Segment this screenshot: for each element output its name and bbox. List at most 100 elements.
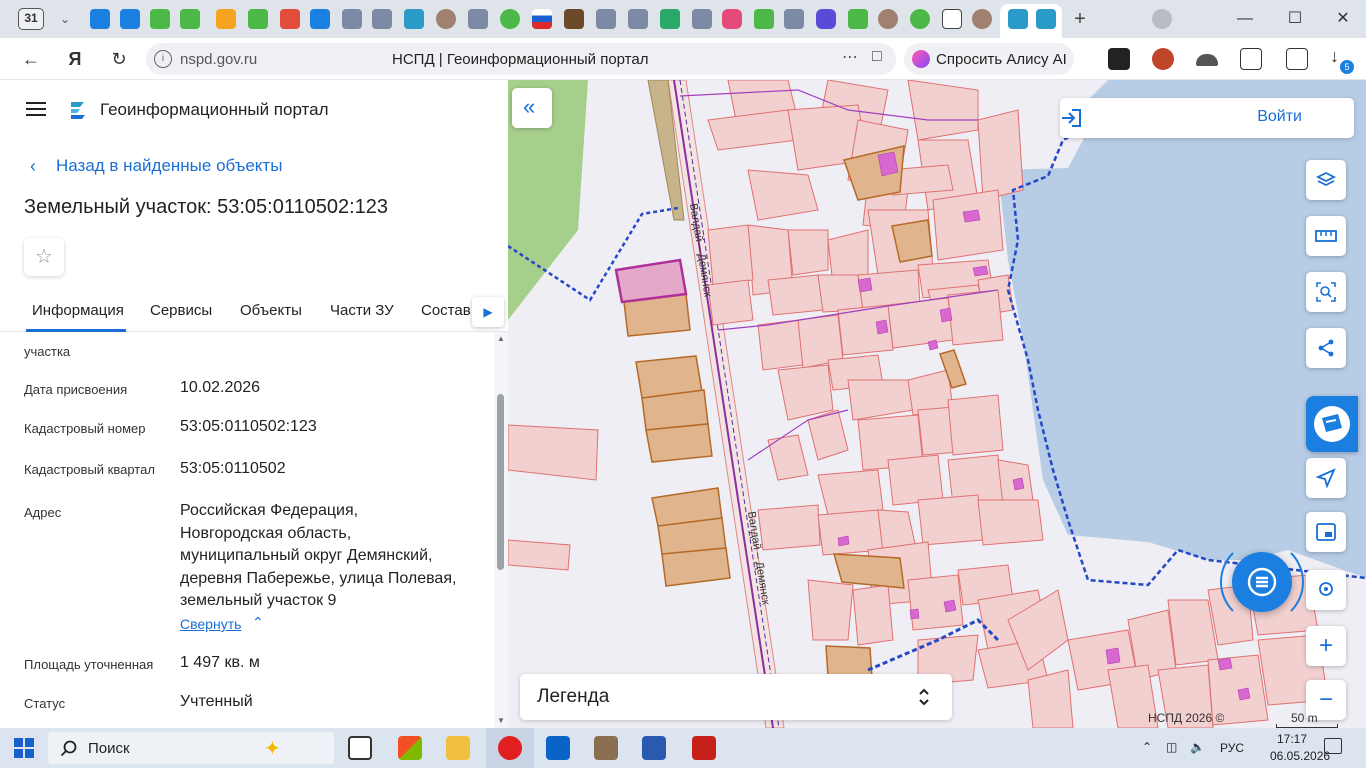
tab-sheet-icon[interactable] bbox=[180, 9, 200, 29]
reload-icon[interactable]: ↻ bbox=[106, 47, 132, 71]
land-parcel[interactable] bbox=[887, 454, 944, 506]
land-parcel[interactable] bbox=[1167, 599, 1219, 666]
land-parcel[interactable] bbox=[767, 274, 824, 316]
house-footprint[interactable] bbox=[962, 209, 981, 223]
tab-sheet-icon[interactable] bbox=[754, 9, 774, 29]
cadastral-map[interactable]: Валдай – Демянск Валдай – Демянск « Войт… bbox=[508, 80, 1366, 728]
back-arrow-icon[interactable]: ← bbox=[18, 47, 44, 71]
tabs-dropdown-chevron-icon[interactable]: ⌄ bbox=[54, 8, 76, 30]
tab-count-button[interactable]: 31 bbox=[18, 8, 44, 30]
tab-emblem-icon[interactable] bbox=[342, 9, 362, 29]
tab-gosuslugi-icon[interactable] bbox=[910, 9, 930, 29]
capital-building[interactable] bbox=[661, 547, 731, 587]
house-footprint[interactable] bbox=[939, 307, 953, 323]
app-avatar-icon[interactable] bbox=[594, 736, 618, 760]
tab-emblem-icon[interactable] bbox=[628, 9, 648, 29]
land-parcel[interactable] bbox=[757, 319, 804, 371]
downloads-icon[interactable]: ↓ bbox=[1330, 46, 1339, 67]
new-tab-plus-icon[interactable]: + bbox=[1068, 8, 1092, 30]
zoom-in-button[interactable]: + bbox=[1306, 626, 1346, 666]
url-text[interactable]: nspd.gov.ru bbox=[180, 51, 257, 68]
ruler-button[interactable] bbox=[1306, 216, 1346, 256]
scroll-down-icon[interactable]: ▼ bbox=[497, 716, 505, 725]
land-parcel[interactable] bbox=[917, 494, 984, 546]
tab-document-icon[interactable] bbox=[942, 9, 962, 29]
tab-emblem-icon[interactable] bbox=[692, 9, 712, 29]
windows-start-icon[interactable] bbox=[14, 738, 34, 758]
tab-sheet-icon[interactable] bbox=[248, 9, 268, 29]
gosuslugi-widget-button[interactable] bbox=[1306, 396, 1358, 452]
house-footprint[interactable] bbox=[909, 608, 920, 620]
properties-scrollbar[interactable]: ▲ ▼ bbox=[494, 332, 508, 728]
house-footprint[interactable] bbox=[875, 319, 889, 335]
volume-icon[interactable]: 🔈 bbox=[1190, 740, 1205, 754]
tab-emblem-icon[interactable] bbox=[372, 9, 392, 29]
tab-mail-icon[interactable] bbox=[90, 9, 110, 29]
extension-icon[interactable] bbox=[1196, 54, 1218, 66]
land-parcel[interactable] bbox=[707, 109, 799, 151]
tab-flag-icon[interactable] bbox=[532, 9, 552, 29]
geolocation-button[interactable] bbox=[1306, 458, 1346, 498]
yandex-logo-icon[interactable]: Я bbox=[62, 47, 88, 71]
extension-icon[interactable] bbox=[1108, 48, 1130, 70]
land-parcel[interactable] bbox=[887, 297, 954, 349]
extensions-puzzle-icon[interactable] bbox=[1240, 48, 1262, 70]
tab-emblem-icon[interactable] bbox=[784, 9, 804, 29]
land-parcel[interactable] bbox=[787, 229, 829, 276]
bookmark-icon[interactable]: □ bbox=[872, 48, 888, 68]
land-parcel[interactable] bbox=[508, 539, 571, 571]
tab-shield-icon[interactable] bbox=[660, 9, 680, 29]
house-footprint[interactable] bbox=[1012, 477, 1025, 491]
more-dots-icon[interactable]: ⋯ bbox=[842, 47, 859, 67]
collapse-panel-button[interactable]: « bbox=[512, 88, 552, 128]
land-parcel[interactable] bbox=[907, 80, 979, 141]
protect-icon[interactable] bbox=[1286, 48, 1308, 70]
land-parcel[interactable] bbox=[707, 279, 754, 326]
tab-services[interactable]: Сервисы bbox=[150, 302, 212, 319]
house-footprint[interactable] bbox=[1237, 687, 1251, 701]
land-parcel[interactable] bbox=[947, 394, 1004, 456]
capital-building[interactable] bbox=[641, 389, 709, 431]
back-chevron-icon[interactable]: ‹ bbox=[30, 156, 36, 177]
extension-icon[interactable] bbox=[1152, 48, 1174, 70]
clock-date[interactable]: 06.05.2026 bbox=[1270, 749, 1330, 763]
tab-app-icon[interactable] bbox=[816, 9, 836, 29]
land-parcel[interactable] bbox=[817, 469, 884, 516]
collapse-address-link[interactable]: Свернуть bbox=[180, 616, 241, 632]
land-parcel[interactable] bbox=[817, 509, 884, 556]
land-parcel[interactable] bbox=[508, 424, 599, 481]
house-footprint[interactable] bbox=[1105, 647, 1121, 665]
map-canvas[interactable]: Валдай – Демянск Валдай – Демянск bbox=[508, 80, 1366, 728]
location-search-button[interactable] bbox=[1306, 570, 1346, 610]
back-to-results-link[interactable]: Назад в найденные объекты bbox=[56, 156, 282, 176]
ask-alice-button[interactable]: Спросить Алису AI bbox=[904, 43, 1074, 75]
site-info-icon[interactable]: i bbox=[154, 50, 172, 68]
tab-avatar-icon[interactable] bbox=[878, 9, 898, 29]
tab-mail-icon[interactable] bbox=[120, 9, 140, 29]
house-footprint[interactable] bbox=[972, 265, 989, 277]
land-parcel[interactable] bbox=[807, 409, 849, 461]
login-button[interactable]: Войти bbox=[1060, 98, 1354, 138]
house-footprint[interactable] bbox=[927, 339, 939, 351]
tab-emblem-icon[interactable] bbox=[596, 9, 616, 29]
minimap-button[interactable] bbox=[1306, 512, 1346, 552]
tab-information[interactable]: Информация bbox=[32, 302, 124, 319]
tab-mail-icon[interactable] bbox=[216, 9, 236, 29]
land-parcel[interactable] bbox=[807, 579, 854, 641]
land-parcel[interactable] bbox=[707, 224, 754, 286]
taskbar-search[interactable]: Поиск ✦ bbox=[48, 732, 334, 764]
tab-avatar-icon[interactable] bbox=[972, 9, 992, 29]
word-icon[interactable] bbox=[642, 736, 666, 760]
outlook-icon[interactable] bbox=[546, 736, 570, 760]
land-parcel[interactable] bbox=[757, 504, 821, 551]
clock-time[interactable]: 17:17 bbox=[1277, 732, 1307, 746]
tab-nspd-icon[interactable] bbox=[404, 9, 424, 29]
tab-mail-icon[interactable] bbox=[310, 9, 330, 29]
scroll-up-icon[interactable]: ▲ bbox=[497, 334, 505, 343]
language-indicator[interactable]: РУС bbox=[1220, 741, 1244, 755]
task-view-icon[interactable] bbox=[348, 736, 372, 760]
land-parcel[interactable] bbox=[977, 109, 1024, 201]
maximize-icon[interactable]: ☐ bbox=[1278, 6, 1312, 32]
land-parcel[interactable] bbox=[1027, 669, 1074, 728]
menu-burger-icon[interactable] bbox=[26, 102, 46, 116]
